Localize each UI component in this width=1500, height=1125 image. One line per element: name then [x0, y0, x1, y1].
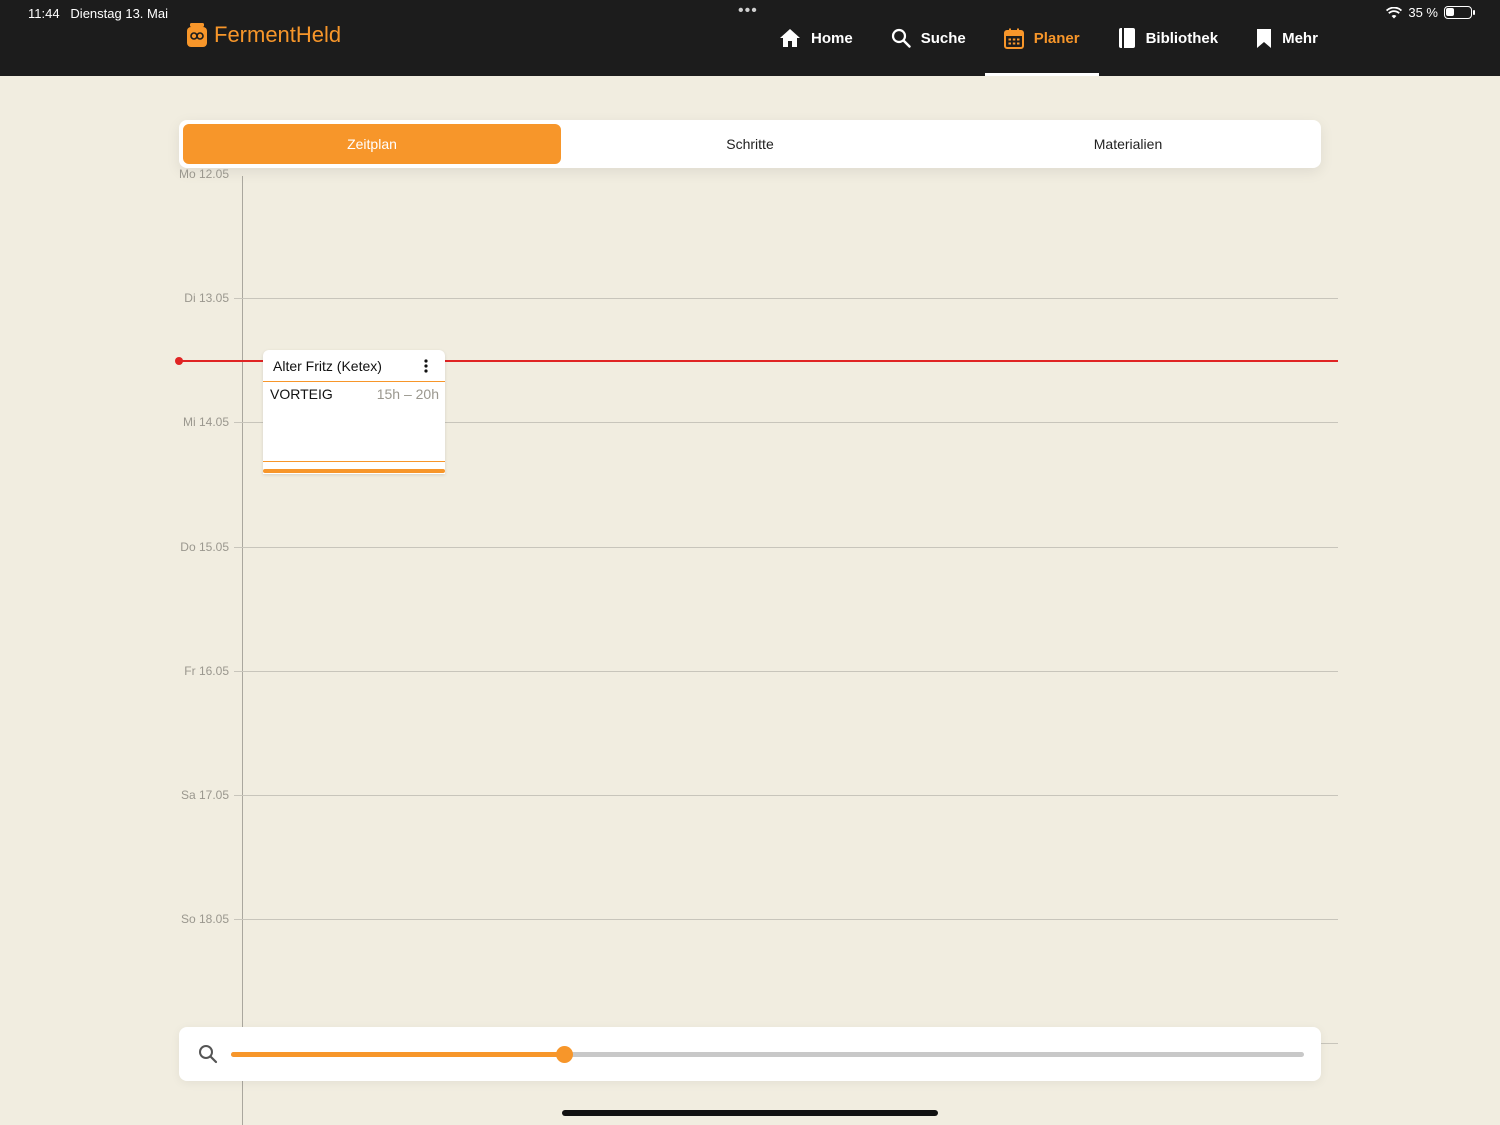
- nav-search-label: Suche: [920, 29, 966, 47]
- nav-planner[interactable]: Planer: [984, 0, 1099, 76]
- tab-schedule[interactable]: Zeitplan: [183, 124, 561, 164]
- view-tabs: Zeitplan Schritte Materialien: [179, 120, 1321, 168]
- home-indicator[interactable]: [562, 1110, 938, 1116]
- day-gridline: [1321, 1043, 1338, 1044]
- day-label-mon: Mo 12.05: [178, 167, 229, 181]
- search-icon: [891, 28, 911, 48]
- event-step-row: VORTEIG 15h – 20h: [263, 382, 445, 402]
- day-label-sun: So 18.05: [180, 912, 229, 926]
- jar-logo-icon: [187, 23, 207, 47]
- day-label-thu: Do 15.05: [180, 540, 229, 554]
- event-progress-line: [263, 461, 445, 462]
- nav-home[interactable]: Home: [760, 0, 872, 76]
- tab-materials[interactable]: Materialien: [939, 124, 1317, 164]
- zoom-slider-track[interactable]: [231, 1046, 1304, 1063]
- app-logo[interactable]: FermentHeld: [186, 22, 341, 48]
- battery-percent: 35 %: [1408, 5, 1438, 20]
- event-step-duration: 15h – 20h: [376, 386, 439, 402]
- event-title: Alter Fritz (Ketex): [273, 357, 382, 374]
- book-icon: [1118, 28, 1135, 48]
- status-right: 35 %: [1386, 5, 1475, 20]
- timeline-axis: [242, 176, 243, 1125]
- nav-library[interactable]: Bibliothek: [1099, 0, 1238, 76]
- wifi-icon: [1386, 6, 1403, 18]
- nav-more-label: Mehr: [1282, 29, 1318, 47]
- main-nav: Home Suche Planer Bibliothek Mehr: [760, 0, 1337, 76]
- day-gridline: [234, 547, 1338, 548]
- bookmark-icon: [1257, 28, 1272, 48]
- nav-search[interactable]: Suche: [872, 0, 985, 76]
- event-step-name: VORTEIG: [270, 386, 333, 402]
- search-icon: [199, 1045, 218, 1064]
- nav-planner-label: Planer: [1033, 29, 1080, 47]
- multitasking-dots-icon[interactable]: •••: [738, 2, 758, 20]
- day-label-wed: Mi 14.05: [182, 415, 229, 429]
- status-time-date: 11:44 Dienstag 13. Mai: [28, 6, 168, 21]
- zoom-slider-thumb[interactable]: [555, 1046, 573, 1063]
- status-date: Dienstag 13. Mai: [70, 6, 168, 21]
- event-card[interactable]: Alter Fritz (Ketex) VORTEIG 15h – 20h: [263, 350, 445, 474]
- day-label-fri: Fr 16.05: [184, 664, 229, 678]
- event-progress-bar: [263, 469, 445, 473]
- day-gridline: [234, 795, 1338, 796]
- zoom-control: [179, 1027, 1321, 1081]
- day-label-tue: Di 13.05: [184, 291, 229, 305]
- current-time-dot: [175, 357, 183, 365]
- tab-steps[interactable]: Schritte: [561, 124, 939, 164]
- home-icon: [780, 29, 800, 47]
- top-bar: 11:44 Dienstag 13. Mai ••• 35 % FermentH…: [0, 0, 1500, 76]
- day-label-sat: Sa 17.05: [180, 788, 229, 802]
- nav-home-label: Home: [811, 29, 853, 47]
- nav-more[interactable]: Mehr: [1237, 0, 1337, 76]
- zoom-slider-fill: [231, 1052, 564, 1057]
- app-name: FermentHeld: [214, 22, 342, 47]
- calendar-icon: [1003, 28, 1024, 49]
- day-gridline: [234, 298, 1338, 299]
- nav-library-label: Bibliothek: [1145, 29, 1219, 47]
- event-header: Alter Fritz (Ketex): [263, 350, 445, 382]
- day-gridline: [234, 671, 1338, 672]
- more-options-icon[interactable]: [417, 357, 435, 375]
- battery-icon: [1444, 6, 1475, 19]
- day-gridline: [234, 919, 1338, 920]
- status-time: 11:44: [28, 6, 60, 21]
